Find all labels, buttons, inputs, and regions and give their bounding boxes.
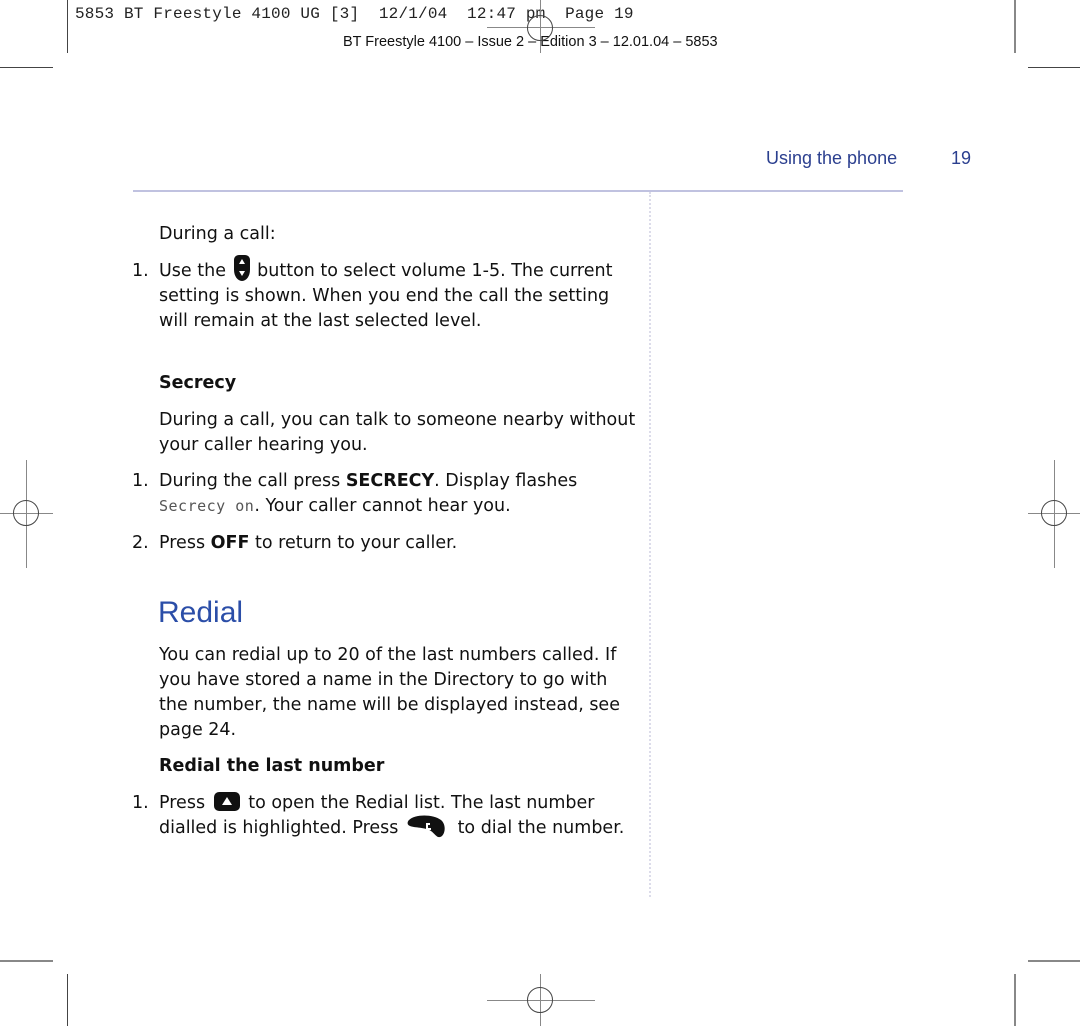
intro-label: During a call: [159,224,276,244]
secrecy-description: During a call, you can talk to someone n… [159,410,636,455]
step-text-before: Use the [159,261,226,281]
step-text: During the call press [159,471,341,491]
secrecy-step-2: Press OFF to return to your caller. [159,531,639,556]
step-text: to dial the number. [457,818,625,838]
redial-description: You can redial up to 20 of the last numb… [159,645,620,740]
step-text: . Display flashes [434,471,578,491]
up-arrow-button-icon [213,791,240,811]
step-text: to return to your caller. [255,533,458,553]
redial-subheading: Redial the last number [159,756,385,776]
step-number: 2. [132,533,149,553]
display-text: Secrecy on [159,497,255,515]
redial-title: Redial [158,596,244,629]
secrecy-heading: Secrecy [159,373,237,393]
column-divider [649,192,651,897]
step-text: Press [159,533,206,553]
crop-mark-bottom-right-v [1014,974,1016,1026]
key-name: SECRECY [345,471,435,491]
volume-up-down-button-icon [233,255,250,281]
crop-mark-top-left-h [0,67,53,68]
page-number: 19 [951,148,972,168]
volume-step-text: Use the button to select volume 1-5. The… [159,255,639,334]
crop-mark-top-right-v [1014,0,1016,53]
crop-mark-top-right-h [1028,67,1080,68]
step-text-after: button to select volume 1-5. The current… [159,261,613,331]
crop-mark-bottom-left-v [67,974,68,1026]
crop-mark-top-left-v [67,0,68,53]
step-text: Press [159,793,206,813]
talk-button-icon [407,815,445,838]
step-number: 1. [132,793,149,813]
header-rule [133,190,903,192]
step-number: 1. [132,471,149,491]
step-number: 1. [132,261,149,281]
crop-mark-bottom-left-h [0,960,53,962]
crop-mark-bottom-right-h [1028,960,1080,962]
key-name: OFF [210,533,250,553]
redial-step-1: Press to open the Redial list. The last … [159,791,649,841]
running-head-section: Using the phone [766,148,898,168]
step-text: . Your caller cannot hear you. [254,496,511,516]
secrecy-step-1: During the call press SECRECY. Display f… [159,469,639,519]
